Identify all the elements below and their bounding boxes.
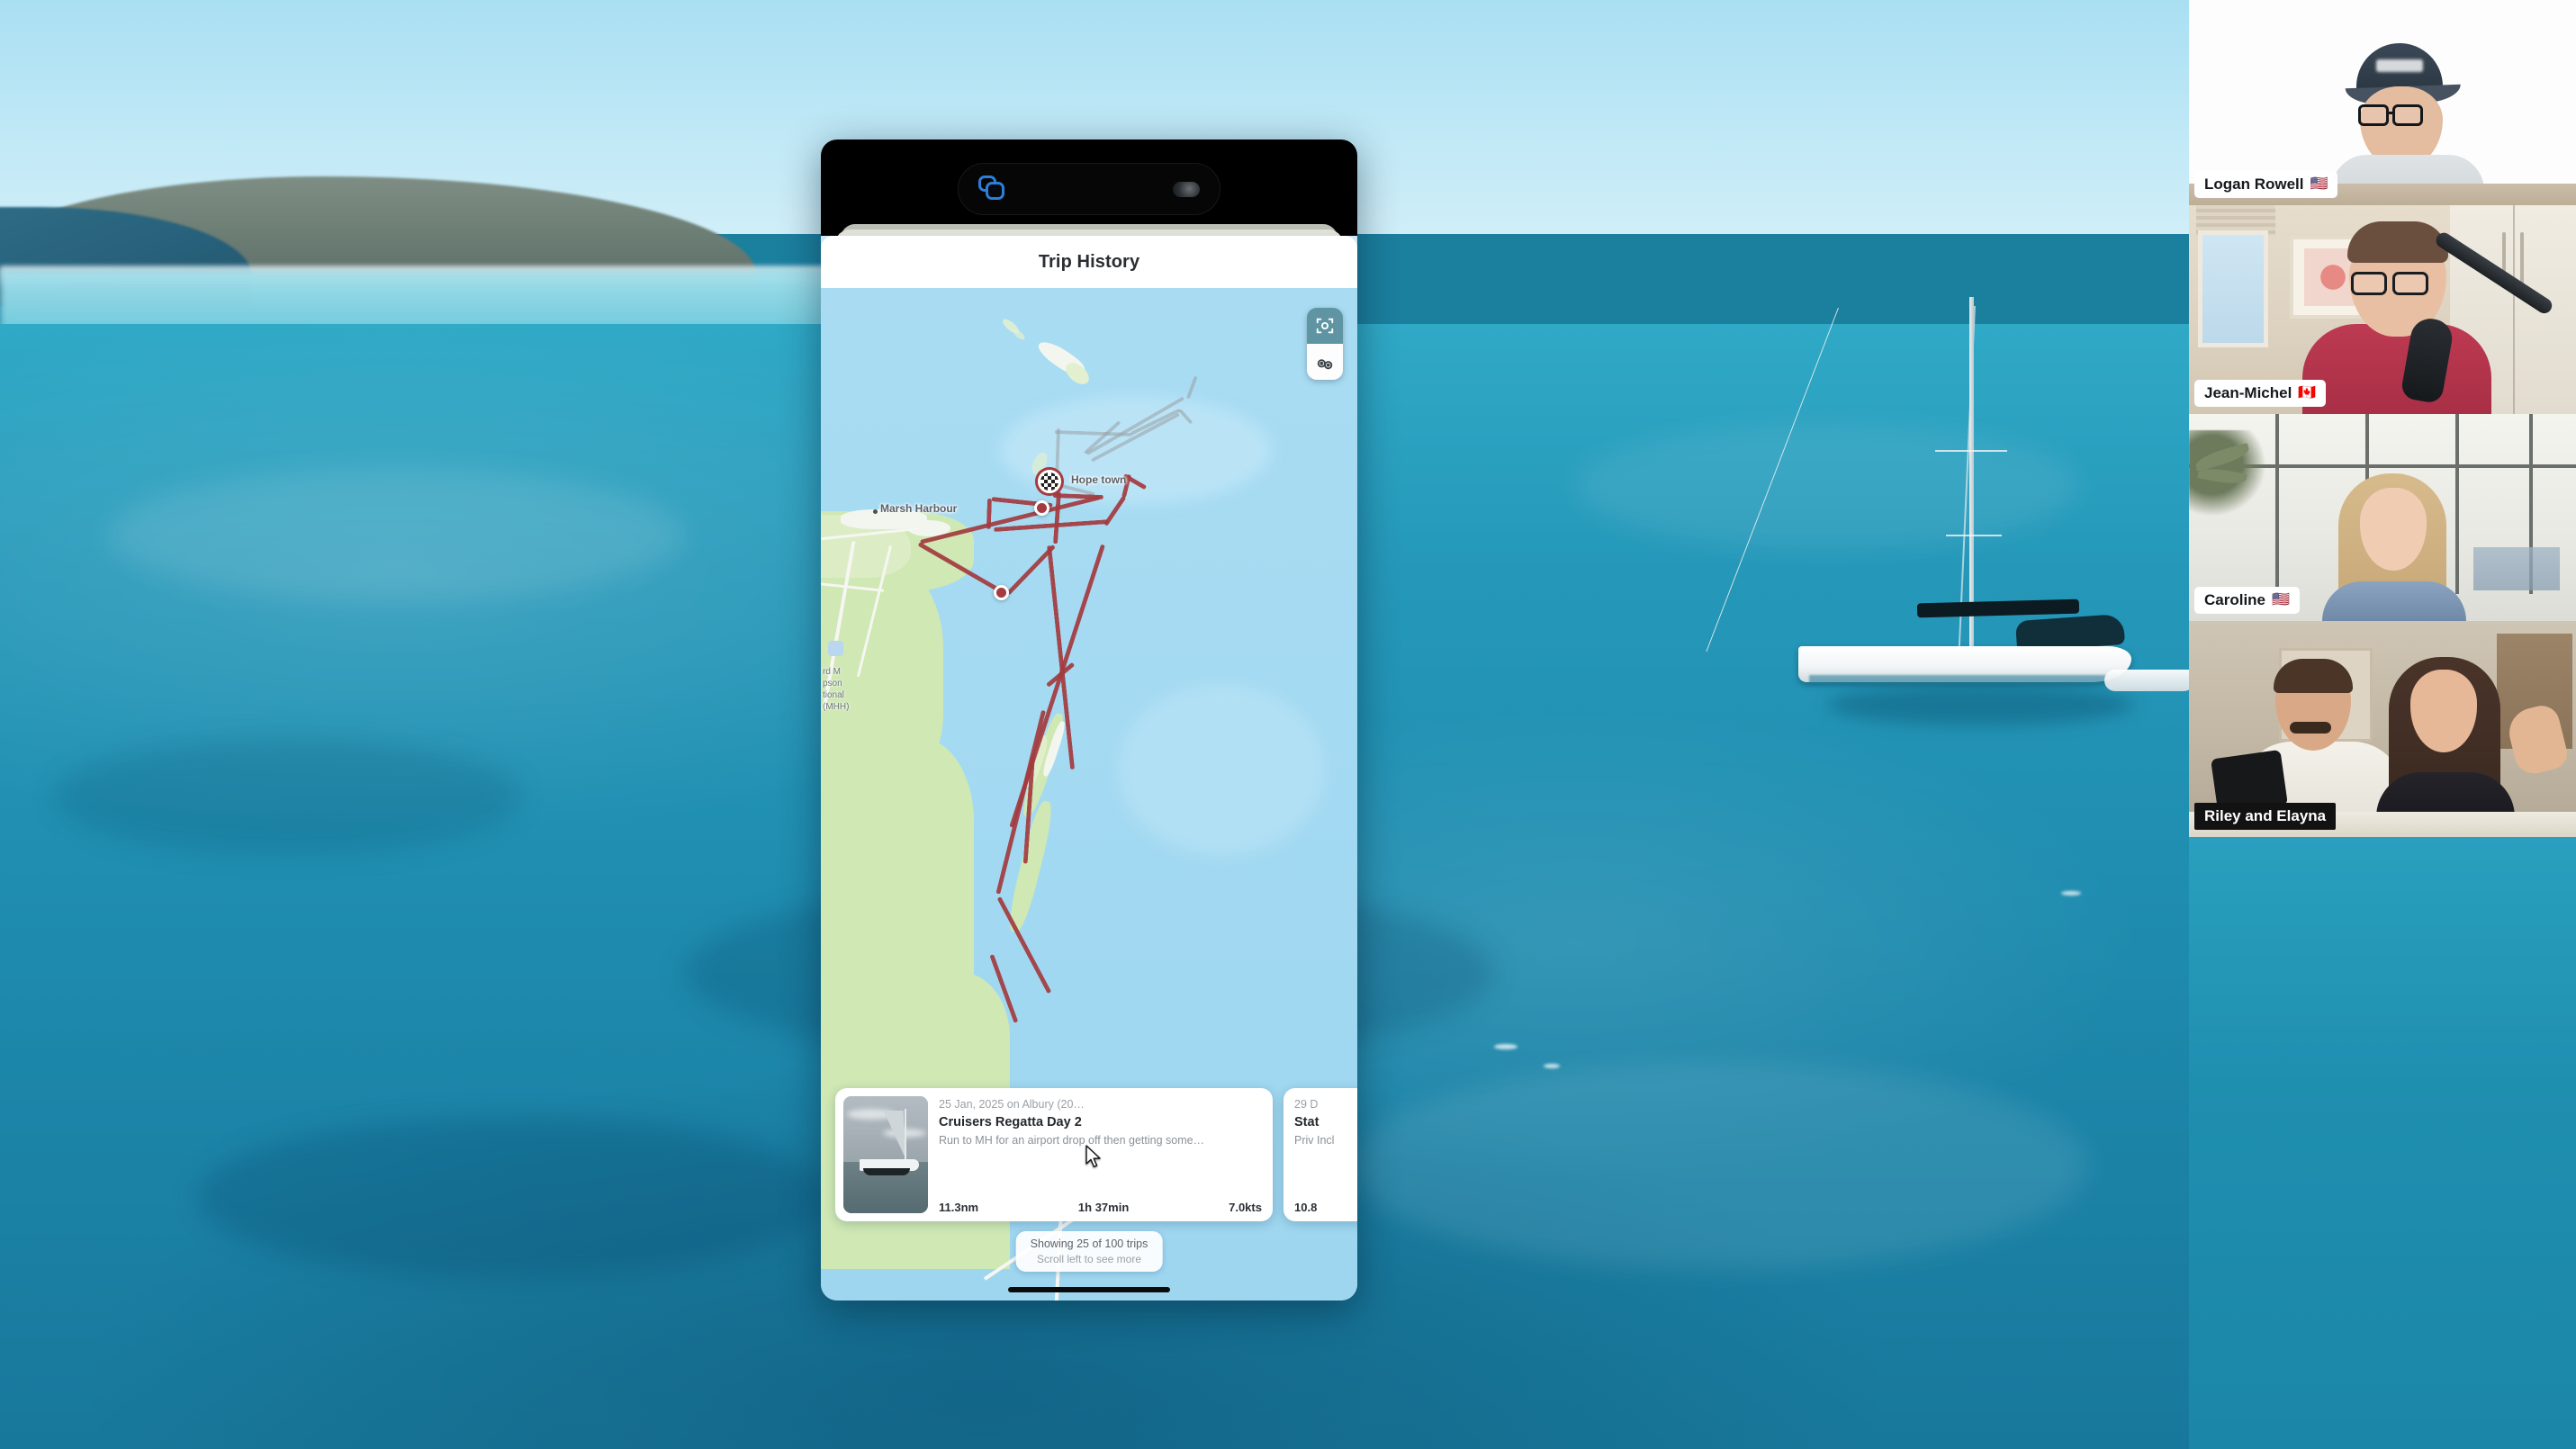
spreader xyxy=(1935,450,2007,452)
moustache xyxy=(2290,722,2331,734)
hair xyxy=(2274,659,2353,693)
cap-logo xyxy=(2376,59,2423,72)
shirt xyxy=(2322,581,2466,621)
trip-stats: 10.8 xyxy=(1294,1195,1357,1214)
water-ripple xyxy=(1350,1062,2088,1269)
trip-date: 29 D xyxy=(1294,1098,1319,1111)
window-mullion xyxy=(2455,414,2459,594)
layers-app-icon xyxy=(978,176,1009,202)
recenter-crosshair-icon xyxy=(1316,318,1334,334)
sidebar-background xyxy=(2189,837,2576,1449)
screen-share-stage[interactable]: Trip History Marsh Harbour Hope town rd … xyxy=(0,0,2189,1449)
boat-shadow xyxy=(1827,684,2133,725)
trip-card[interactable]: 25 Jan, 2025 on Albury (20… Cruisers Reg… xyxy=(835,1088,1273,1221)
trip-duration: 1h 37min xyxy=(1077,1201,1130,1214)
eyeglasses xyxy=(2392,272,2428,295)
waterline xyxy=(1809,675,2106,686)
dynamic-island xyxy=(958,163,1220,215)
airport-icon xyxy=(828,641,843,656)
airport-label: rd M pson tional (MHH) xyxy=(823,666,849,713)
water-ripple xyxy=(54,738,522,855)
app-screen[interactable]: Trip History Marsh Harbour Hope town rd … xyxy=(821,236,1357,1300)
showing-count-text: Showing 25 of 100 trips xyxy=(1030,1238,1148,1250)
airport-label-line: tional xyxy=(823,690,844,700)
trip-description: Priv Incl xyxy=(1294,1134,1335,1147)
trip-track xyxy=(1053,491,1062,544)
map-label-hope-town: Hope town xyxy=(1071,473,1127,486)
water-ripple xyxy=(108,468,684,603)
water-ripple xyxy=(198,1116,828,1278)
participant-name-label: Jean-Michel 🇨🇦 xyxy=(2194,380,2327,407)
trip-speed: 7.0kts xyxy=(1229,1201,1262,1214)
binoculars-icon xyxy=(1317,359,1333,370)
boom xyxy=(1916,598,2080,618)
dinghy xyxy=(2104,670,2189,691)
flag-icon: 🇺🇸 xyxy=(2310,176,2328,192)
shallow-patch xyxy=(1118,684,1325,855)
red-dot-icon[interactable] xyxy=(1034,500,1049,516)
airport-label-line: pson xyxy=(823,679,842,688)
town-dot xyxy=(873,509,878,514)
forestay xyxy=(1838,308,1973,652)
checkered-flag-icon[interactable] xyxy=(1038,470,1061,493)
trip-distance: 11.3nm xyxy=(939,1201,979,1214)
participant-name-label: Logan Rowell 🇺🇸 xyxy=(2194,171,2338,198)
fit-to-track-button[interactable] xyxy=(1307,308,1343,344)
participant-name: Riley and Elayna xyxy=(2204,807,2327,824)
mouse-pointer xyxy=(1085,1145,1101,1168)
airport-label-line: rd M xyxy=(823,667,841,677)
participant-tile-caroline[interactable]: Caroline 🇺🇸 xyxy=(2189,414,2576,621)
participant-tile-jean-michel[interactable]: Jean-Michel 🇨🇦 xyxy=(2189,205,2576,414)
trip-distance: 10.8 xyxy=(1294,1201,1318,1214)
anchored-sailboat xyxy=(1791,288,2189,725)
water-sparkle xyxy=(2061,891,2081,896)
participant-tile-logan-rowell[interactable]: Logan Rowell 🇺🇸 xyxy=(2189,0,2576,205)
spreader xyxy=(1946,535,2002,536)
front-camera-icon xyxy=(1173,181,1200,197)
street-building xyxy=(2473,547,2560,590)
trip-card[interactable]: 29 D Stat Priv Incl 10.8 xyxy=(1283,1088,1357,1221)
airport-label-line: (MHH) xyxy=(823,702,850,712)
window-mullion xyxy=(2275,414,2279,594)
hair xyxy=(2347,221,2448,263)
participant-name-label: Caroline 🇺🇸 xyxy=(2194,587,2300,614)
participant-name: Logan Rowell xyxy=(2204,176,2304,193)
trip-title: Stat xyxy=(1294,1115,1320,1130)
trip-card-body: 29 D Stat Priv Incl 10.8 xyxy=(1283,1088,1357,1221)
eyeglasses xyxy=(2358,104,2389,126)
trip-date: 25 Jan, 2025 on Albury (20… xyxy=(939,1098,1085,1111)
participant-name-label: Riley and Elayna xyxy=(2194,803,2337,830)
ghost-track xyxy=(1186,375,1198,400)
participant-sidebar[interactable]: Logan Rowell 🇺🇸 Jean-Michel 🇨🇦 Caroline … xyxy=(2189,0,2576,1449)
home-indicator[interactable] xyxy=(1008,1287,1170,1292)
trip-title: Cruisers Regatta Day 2 xyxy=(939,1115,1082,1130)
water-sparkle xyxy=(1544,1064,1560,1068)
map-label-marsh-harbour: Marsh Harbour xyxy=(880,502,958,515)
app-header: Trip History xyxy=(821,236,1357,288)
sailboat-photo-thumbnail xyxy=(843,1096,928,1213)
map-controls[interactable] xyxy=(1307,308,1343,380)
flag-icon: 🇺🇸 xyxy=(2272,592,2290,608)
scroll-hint-text: Scroll left to see more xyxy=(1036,1253,1142,1265)
eyeglasses xyxy=(2351,272,2387,295)
participant-name: Jean-Michel xyxy=(2204,384,2292,401)
water-sparkle xyxy=(1494,1044,1518,1049)
show-markers-button[interactable] xyxy=(1307,344,1343,380)
shirt xyxy=(2302,324,2491,414)
mast xyxy=(1969,297,1974,652)
red-dot-icon[interactable] xyxy=(994,585,1009,600)
window xyxy=(2198,230,2268,347)
trip-stats: 11.3nm 1h 37min 7.0kts xyxy=(939,1195,1262,1214)
participant-name: Caroline xyxy=(2204,591,2266,608)
phone-mirror-window[interactable]: Trip History Marsh Harbour Hope town rd … xyxy=(821,140,1357,1300)
eyeglasses xyxy=(2392,104,2423,126)
glasses-bridge xyxy=(2389,112,2394,114)
page-title: Trip History xyxy=(1038,251,1140,272)
showing-count-pill: Showing 25 of 100 trips Scroll left to s… xyxy=(1015,1231,1163,1272)
cabinet-handle xyxy=(2520,232,2524,286)
participant-tile-riley-and-elayna[interactable]: Riley and Elayna xyxy=(2189,621,2576,837)
flag-icon: 🇨🇦 xyxy=(2298,385,2317,400)
